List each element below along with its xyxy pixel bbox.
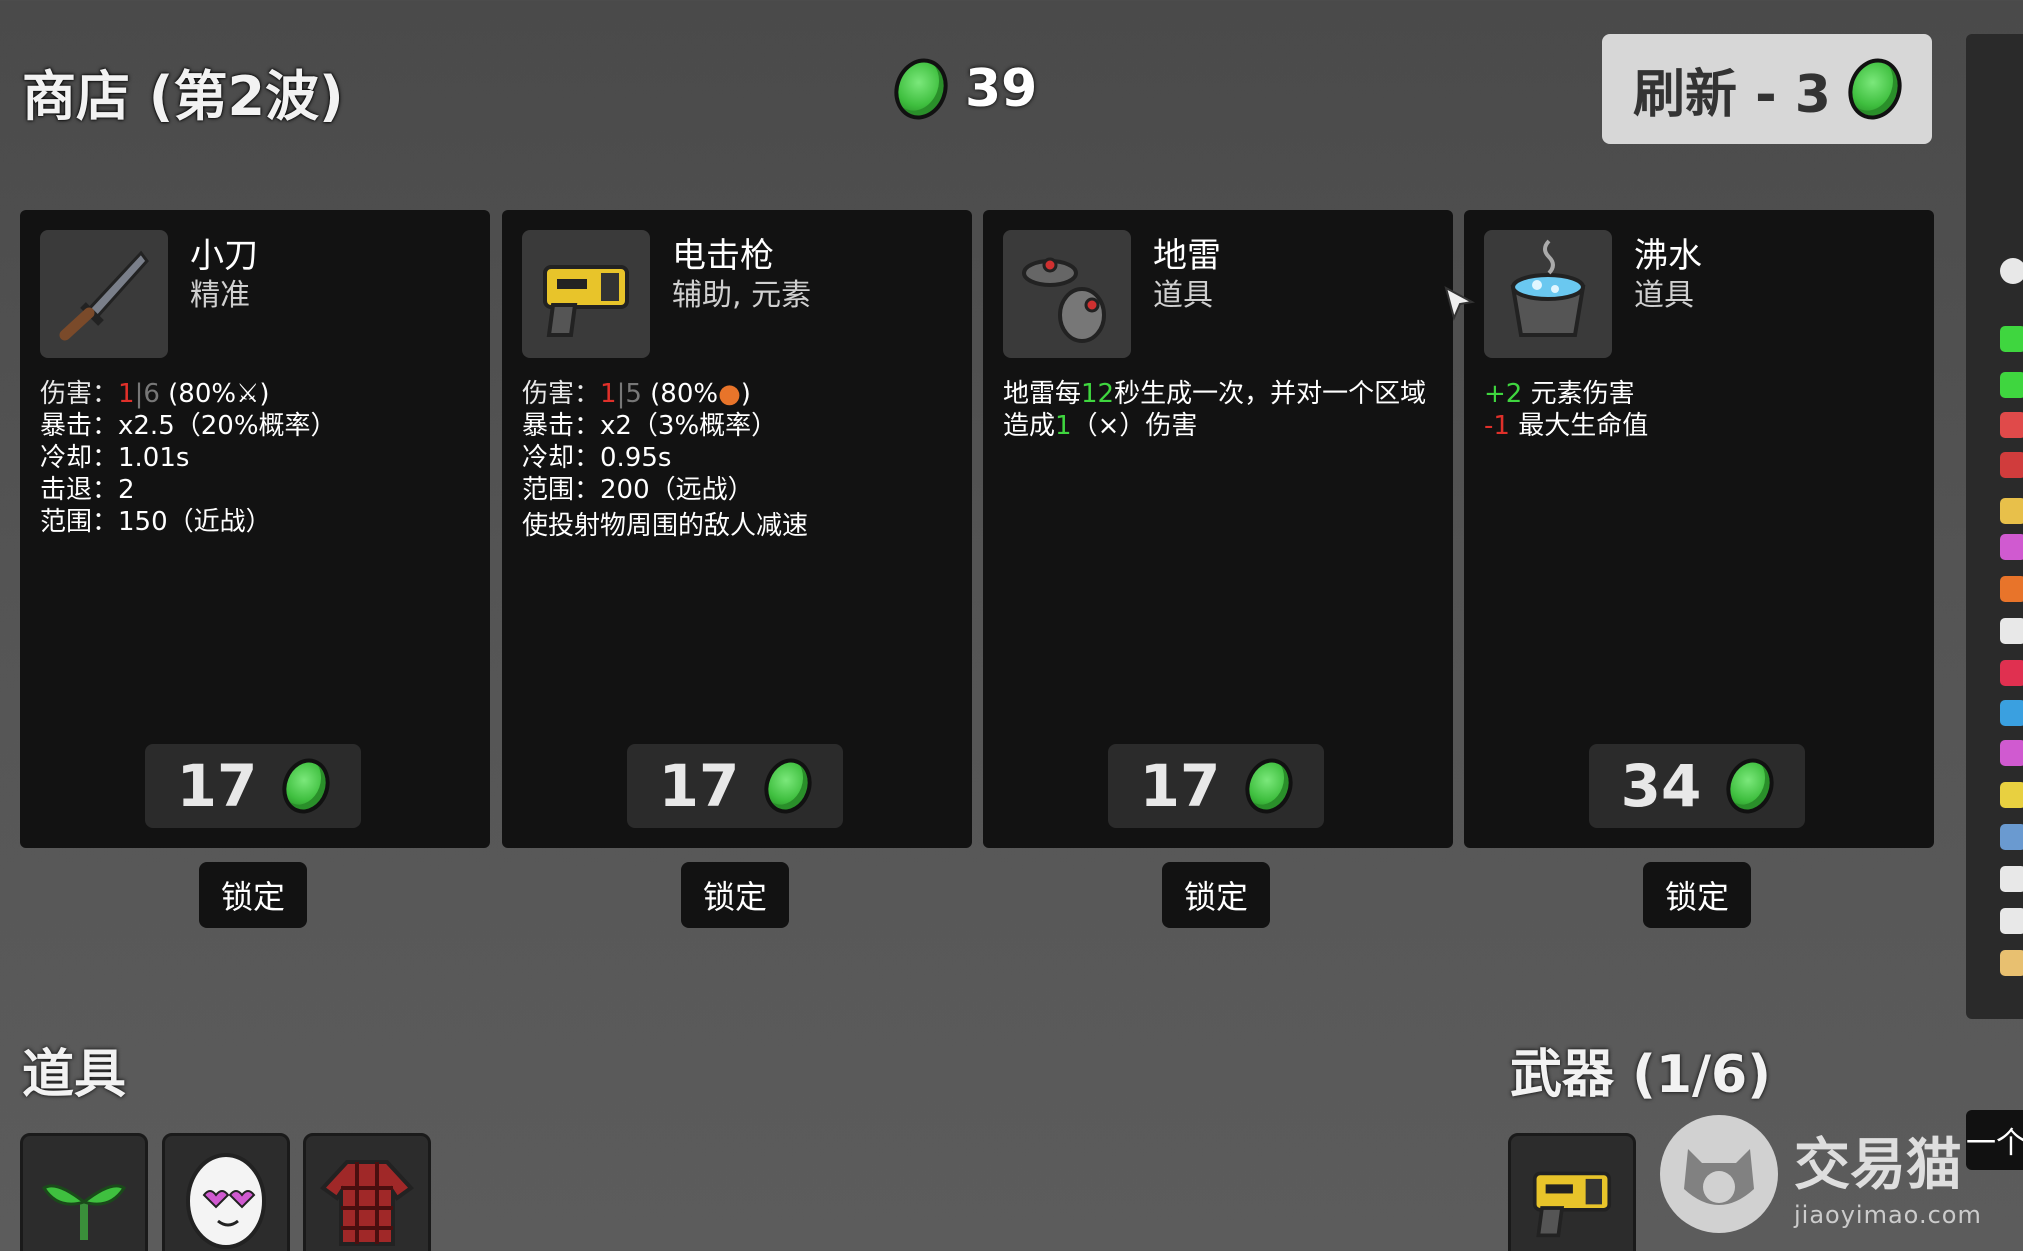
shop-item-card[interactable]: 电击枪 辅助, 元素 伤害：1|5 (80%●) 暴击：x2（3%概率） 冷却：… xyxy=(502,210,972,848)
taser-icon xyxy=(1532,1171,1612,1238)
mouse-cursor-icon xyxy=(1444,286,1476,322)
sprout-icon xyxy=(41,1184,127,1240)
taser-icon xyxy=(522,230,650,358)
item-stats: 伤害：1|6 (80%⚔) 暴击：x2.5（20%概率） 冷却：1.01s 击退… xyxy=(40,378,472,538)
materials-counter: 39 xyxy=(885,50,1038,128)
refresh-label: 刷新 - 3 xyxy=(1633,64,1831,125)
harvesting-icon xyxy=(2000,950,2023,976)
damage-stat: 伤害：1|5 (80%●) xyxy=(522,379,751,409)
material-coin-icon xyxy=(885,50,957,128)
shop-item-card[interactable]: 小刀 精准 伤害：1|6 (80%⚔) 暴击：x2.5（20%概率） 冷却：1.… xyxy=(20,210,490,848)
attack-speed-icon xyxy=(2000,660,2023,686)
lock-button[interactable]: 锁定 xyxy=(681,862,789,928)
item-effects: +2 元素伤害 -1 最大生命值 xyxy=(1484,378,1916,442)
dodge-icon xyxy=(2000,824,2023,850)
melee-damage-icon: ⚔ xyxy=(236,379,260,409)
heart-regen-icon xyxy=(2000,372,2023,398)
buy-price-button[interactable]: 17 xyxy=(1108,744,1324,828)
knife-icon xyxy=(40,230,168,358)
range-stat: 范围：150（近战） xyxy=(40,507,272,537)
egg-icon xyxy=(186,1153,266,1249)
crit-icon xyxy=(2000,700,2023,726)
material-coin-icon xyxy=(757,751,820,821)
price-value: 17 xyxy=(176,752,258,820)
item-tags: 精准 xyxy=(190,278,250,313)
inventory-item-slot[interactable] xyxy=(303,1133,431,1251)
armor-icon xyxy=(2000,782,2023,808)
buy-price-button[interactable]: 17 xyxy=(627,744,843,828)
luck-icon xyxy=(2000,908,2023,934)
item-stats: 伤害：1|5 (80%●) 暴击：x2（3%概率） 冷却：0.95s 范围：20… xyxy=(522,378,954,542)
weapon-slot[interactable] xyxy=(1508,1133,1636,1251)
tooltip-tab: 一个 xyxy=(1966,1110,2023,1170)
price-value: 17 xyxy=(658,752,740,820)
cat-logo-icon xyxy=(1660,1115,1778,1233)
effect-text: 使投射物周围的敌人减速 xyxy=(522,511,809,541)
lock-button[interactable]: 锁定 xyxy=(199,862,307,928)
item-tags: 道具 xyxy=(1153,278,1213,313)
buy-price-button[interactable]: 17 xyxy=(145,744,361,828)
elemental-icon xyxy=(2000,576,2023,602)
plaid-shirt-icon xyxy=(319,1160,415,1246)
landmine-icon xyxy=(1003,230,1131,358)
items-section-title: 道具 xyxy=(22,1045,127,1105)
material-coin-icon xyxy=(1839,50,1911,128)
watermark: 交易猫 jiaoyimao.com xyxy=(1660,1115,1982,1233)
range-icon xyxy=(2000,740,2023,766)
material-coin-icon xyxy=(275,751,338,821)
material-coin-icon xyxy=(1719,751,1782,821)
item-description: 地雷每12秒生成一次，并对一个区域 造成1（⨯）伤害 xyxy=(1003,379,1427,441)
lock-button[interactable]: 锁定 xyxy=(1643,862,1751,928)
lock-button[interactable]: 锁定 xyxy=(1162,862,1270,928)
watermark-en: jiaoyimao.com xyxy=(1794,1200,1982,1229)
refresh-button[interactable]: 刷新 - 3 xyxy=(1602,34,1932,144)
item-tags: 道具 xyxy=(1634,278,1694,313)
speed-icon xyxy=(2000,866,2023,892)
melee-icon xyxy=(2000,498,2023,524)
lifesteal-icon xyxy=(2000,412,2023,438)
effect-max-hp: -1 最大生命值 xyxy=(1484,411,1649,441)
effect-elemental-damage: +2 元素伤害 xyxy=(1484,379,1635,409)
price-value: 17 xyxy=(1139,752,1221,820)
shop-item-card[interactable]: 沸水 道具 +2 元素伤害 -1 最大生命值 34 xyxy=(1464,210,1934,848)
weapons-section-title: 武器 (1/6) xyxy=(1510,1045,1771,1105)
inventory-item-slot[interactable] xyxy=(162,1133,290,1251)
crit-stat: 暴击：x2（3%概率） xyxy=(522,411,778,441)
item-tags: 辅助, 元素 xyxy=(672,278,812,313)
materials-value: 39 xyxy=(965,59,1038,119)
heart-icon xyxy=(2000,326,2023,352)
knockback-stat: 击退：2 xyxy=(40,475,135,505)
ranged-icon xyxy=(2000,534,2023,560)
inventory-item-slot[interactable] xyxy=(20,1133,148,1251)
elemental-damage-icon: ● xyxy=(718,379,741,409)
range-stat: 范围：200（远战） xyxy=(522,475,754,505)
watermark-cn: 交易猫 xyxy=(1794,1132,1962,1198)
shop-item-card[interactable]: 地雷 道具 地雷每12秒生成一次，并对一个区域 造成1（⨯）伤害 17 xyxy=(983,210,1453,848)
cooldown-stat: 冷却：1.01s xyxy=(40,443,190,473)
buy-price-button[interactable]: 34 xyxy=(1589,744,1805,828)
material-coin-icon xyxy=(1238,751,1301,821)
page-title: 商店 (第2波) xyxy=(22,65,344,128)
damage-icon xyxy=(2000,452,2023,478)
crit-stat: 暴击：x2.5（20%概率） xyxy=(40,411,337,441)
cooldown-stat: 冷却：0.95s xyxy=(522,443,672,473)
damage-stat: 伤害：1|6 (80%⚔) xyxy=(40,379,270,409)
price-value: 34 xyxy=(1620,752,1702,820)
skull-icon xyxy=(2000,258,2023,284)
engineering-icon xyxy=(2000,618,2023,644)
boiling-water-icon xyxy=(1484,230,1612,358)
